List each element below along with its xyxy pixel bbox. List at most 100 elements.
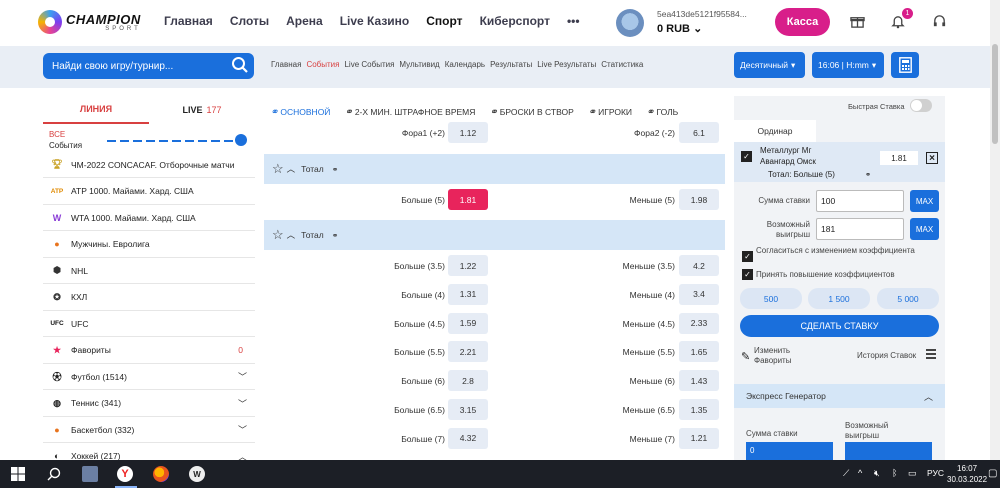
quick-stake-500[interactable]: 500 [740, 288, 802, 309]
odd-button[interactable]: 4.2 [679, 255, 719, 276]
search-input[interactable]: Найди свою игру/турнир... [43, 53, 254, 79]
tab-penalty-time[interactable]: ⚭ 2-Х МИН. ШТРАФНОЕ ВРЕМЯ [344, 107, 475, 118]
express-stake-input[interactable]: 0 [746, 442, 833, 460]
edit-favorites-link[interactable]: Изменить Фавориты [754, 346, 814, 366]
winamp-icon[interactable]: W [189, 466, 205, 482]
calculator-button[interactable] [891, 52, 919, 78]
accept-increase-checkbox[interactable]: ✓ [742, 269, 753, 280]
chevron-down-icon[interactable]: ﹀ [238, 423, 247, 436]
tab-goals[interactable]: ⚭ ГОЛЬ [646, 107, 678, 118]
tab-line[interactable]: ЛИНИЯ [43, 96, 149, 124]
odd-button[interactable]: 1.43 [679, 370, 719, 392]
language-indicator[interactable]: РУС [927, 468, 944, 478]
avatar[interactable] [616, 9, 644, 37]
system-clock[interactable]: 16:07 30.03.2022 [947, 463, 987, 485]
page-scrollbar[interactable] [990, 0, 1000, 460]
account-balance[interactable]: 0 RUB ⌄ [657, 22, 702, 35]
make-bet-button[interactable]: СДЕЛАТЬ СТАВКУ [740, 315, 939, 337]
calculator-app-icon[interactable] [82, 466, 98, 482]
tab-live[interactable]: LIVE 177 [149, 96, 255, 124]
sidebar-item[interactable]: ● Баскетбол (332) ﹀ [43, 417, 255, 443]
odd-button[interactable]: 6.1 [679, 122, 719, 143]
chevron-down-icon[interactable]: ﹀ [238, 397, 247, 410]
sidebar-item[interactable]: ★ Фавориты 0 [43, 338, 255, 364]
chevron-up-icon[interactable]: ︿ [238, 450, 247, 461]
search-icon[interactable] [231, 56, 249, 77]
nav-more[interactable]: ••• [567, 14, 580, 28]
nav-live-casino[interactable]: Live Казино [340, 14, 410, 28]
odd-button[interactable]: 1.35 [679, 399, 719, 420]
odd-button[interactable]: 1.98 [679, 189, 719, 210]
nav-esports[interactable]: Киберспорт [480, 14, 550, 28]
cashier-button[interactable]: Касса [775, 8, 830, 36]
odd-button[interactable]: 4.32 [448, 427, 488, 449]
search-icon[interactable] [46, 466, 62, 482]
odd-button[interactable]: 1.59 [448, 312, 488, 334]
chevron-up-icon[interactable]: ︿ [287, 229, 296, 241]
bet-history-link[interactable]: История Ставок [857, 351, 916, 360]
sidebar-item[interactable]: UFC UFC [43, 311, 255, 337]
subnav-statistics[interactable]: Статистика [601, 60, 643, 69]
sidebar-item[interactable]: ◐ Хоккей (217) ︿ [43, 444, 255, 461]
yandex-browser-icon[interactable]: Y [117, 466, 133, 482]
market-header[interactable]: ☆ ︿ Тотал ⚭ [264, 154, 725, 184]
tab-main-market[interactable]: ⚭ ОСНОВНОЙ [270, 107, 330, 118]
star-icon[interactable]: ☆ [272, 227, 284, 243]
odd-button[interactable]: 2.33 [679, 312, 719, 334]
brand-logo[interactable]: CHAMPION SPORT [38, 10, 141, 34]
network-icon[interactable]: ▭ [908, 468, 917, 479]
express-win-field[interactable] [845, 442, 932, 460]
subnav-main[interactable]: Главная [271, 60, 301, 69]
firefox-icon[interactable] [153, 466, 169, 482]
express-generator-header[interactable]: Экспресс Генератор ︿ [734, 384, 945, 408]
selection-checkbox[interactable]: ✓ [741, 151, 752, 162]
subnav-results[interactable]: Результаты [490, 60, 532, 69]
gift-icon[interactable] [848, 12, 866, 30]
sidebar-item[interactable]: ● Мужчины. Евролига [43, 232, 255, 258]
odd-button[interactable]: 1.65 [679, 341, 719, 363]
subnav-multiview[interactable]: Мультивид [399, 60, 439, 69]
subnav-calendar[interactable]: Календарь [445, 60, 485, 69]
edit-icon[interactable]: ✎ [741, 350, 750, 363]
windows-start-icon[interactable] [10, 466, 26, 482]
close-icon[interactable]: × [926, 152, 938, 164]
slider-handle[interactable] [235, 134, 247, 146]
sidebar-item[interactable]: W WTA 1000. Майами. Хард. США [43, 205, 255, 231]
nav-sport[interactable]: Спорт [426, 14, 462, 28]
odd-button[interactable]: 3.15 [448, 399, 488, 420]
notification-center-icon[interactable]: ▢ [988, 468, 997, 479]
time-format-select[interactable]: 16:06 | H:mm ▾ [812, 52, 884, 78]
menu-icon[interactable] [926, 349, 936, 359]
subnav-events[interactable]: События [306, 60, 339, 69]
speaker-muted-icon[interactable]: 🔇︎ [874, 468, 880, 479]
support-headset-icon[interactable] [930, 12, 948, 30]
sidebar-item[interactable]: ATP ATP 1000. Майами. Хард. США [43, 179, 255, 205]
potential-win-field[interactable]: 181 [816, 218, 904, 240]
max-stake-button[interactable]: MAX [910, 190, 939, 212]
odd-button[interactable]: 1.22 [448, 255, 488, 276]
subnav-live-results[interactable]: Live Результаты [537, 60, 596, 69]
chevron-up-icon[interactable]: ^ [858, 468, 862, 478]
agree-change-checkbox[interactable]: ✓ [742, 251, 753, 262]
tab-shots-on-goal[interactable]: ⚭ БРОСКИ В СТВОР [489, 107, 573, 118]
events-time-slider[interactable] [107, 140, 241, 142]
star-icon[interactable]: ☆ [272, 161, 284, 177]
odd-button[interactable]: 1.12 [448, 122, 488, 143]
odd-button[interactable]: 2.21 [448, 341, 488, 363]
fast-bet-toggle[interactable] [910, 99, 932, 112]
nav-slots[interactable]: Слоты [230, 14, 269, 28]
chevron-up-icon[interactable]: ︿ [287, 163, 296, 175]
chevron-down-icon[interactable]: ﹀ [238, 370, 247, 383]
odd-button[interactable]: 2.8 [448, 370, 488, 392]
nav-arena[interactable]: Арена [286, 14, 323, 28]
quick-stake-1500[interactable]: 1 500 [808, 288, 870, 309]
subnav-live-events[interactable]: Live События [344, 60, 394, 69]
sidebar-item[interactable]: 🏆︎ ЧМ-2022 CONCACAF. Отборочные матчи [43, 152, 255, 178]
odds-format-select[interactable]: Десятичный ▾ [734, 52, 805, 78]
odd-button[interactable]: 1.31 [448, 283, 488, 305]
odd-button[interactable]: 1.21 [679, 427, 719, 449]
sidebar-item[interactable]: ✪ КХЛ [43, 285, 255, 311]
bluetooth-icon[interactable]: ᛒ [892, 468, 897, 478]
sidebar-item[interactable]: ⬢ NHL [43, 258, 255, 284]
tab-single-bet[interactable]: Ординар [734, 120, 816, 142]
